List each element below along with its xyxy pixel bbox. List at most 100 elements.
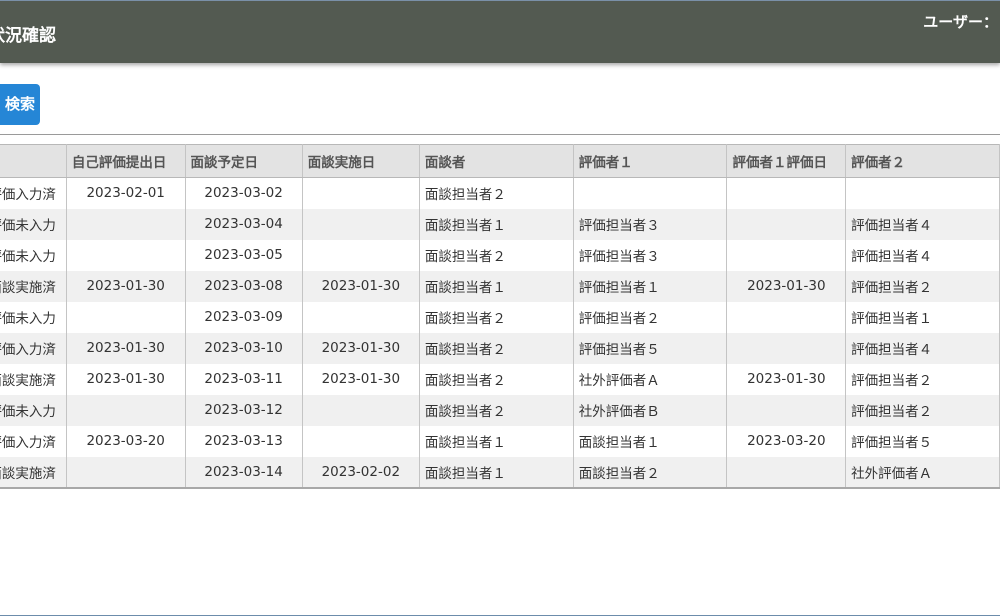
- cell-status: 自己評価未入力: [0, 208, 67, 240]
- cell-evaluator-1: 社外評価者Ｂ: [573, 394, 728, 426]
- cell-evaluator-1: 面談担当者２: [573, 456, 728, 489]
- cell-evaluator-1-date: 2023-01-30: [726, 363, 847, 395]
- table-row[interactable]: 自己評価未入力 2023-03-04 面談担当者１評価担当者３ 評価担当者４: [0, 208, 1000, 240]
- cell-evaluator-2: 評価担当者４: [845, 239, 1000, 271]
- cell-interview-scheduled: 2023-03-13: [185, 425, 303, 457]
- table-row[interactable]: 自己評価入力済2023-01-302023-03-102023-01-30面談担…: [0, 332, 1000, 364]
- cell-evaluator-1-date: [726, 456, 847, 489]
- cell-evaluator-1: 面談担当者１: [573, 425, 728, 457]
- column-header-self-eval-submitted[interactable]: 自己評価提出日: [66, 144, 186, 178]
- cell-evaluator-2: 評価担当者５: [845, 425, 1000, 457]
- cell-evaluator-1: 評価担当者３: [573, 208, 728, 240]
- cell-status: 自己評価入力済: [0, 425, 67, 457]
- table-row[interactable]: 自己評価未入力 2023-03-09 面談担当者２評価担当者２ 評価担当者１: [0, 301, 1000, 333]
- cell-evaluator-1: 評価担当者５: [573, 332, 728, 364]
- status-table-container: 状況自己評価提出日面談予定日面談実施日面談者評価者１評価者１評価日評価者２ 自己…: [0, 144, 1000, 489]
- cell-evaluator-1-date: [726, 332, 847, 364]
- page: 状況確認 ユーザー： 検索 状況自己評価提出日面談予定日面談実施日面談者評価者１…: [0, 0, 1000, 616]
- column-header-evaluator-1[interactable]: 評価者１: [573, 144, 728, 178]
- cell-interview-scheduled: 2023-03-12: [185, 394, 303, 426]
- cell-evaluator-1-date: 2023-03-20: [726, 425, 847, 457]
- cell-evaluator-1: 評価担当者１: [573, 270, 728, 302]
- table-body: 自己評価入力済2023-02-012023-03-02面談担当者２自己評価未入力…: [0, 177, 1000, 489]
- cell-evaluator-2: 社外評価者Ａ: [845, 456, 1000, 489]
- cell-status: 面談実施済: [0, 363, 67, 395]
- cell-self-eval-submitted: 2023-02-01: [66, 177, 186, 209]
- cell-evaluator-1: 社外評価者Ａ: [573, 363, 728, 395]
- cell-self-eval-submitted: 2023-03-20: [66, 425, 186, 457]
- table-row[interactable]: 自己評価未入力 2023-03-12 面談担当者２社外評価者Ｂ 評価担当者２: [0, 394, 1000, 426]
- cell-evaluator-1-date: [726, 394, 847, 426]
- table-row[interactable]: 自己評価入力済2023-02-012023-03-02 面談担当者２: [0, 177, 1000, 209]
- cell-interviewer: 面談担当者１: [419, 456, 574, 489]
- cell-interview-held: [302, 394, 420, 426]
- cell-evaluator-1: 評価担当者２: [573, 301, 728, 333]
- cell-status: 自己評価未入力: [0, 394, 67, 426]
- cell-evaluator-2: [845, 177, 1000, 209]
- cell-interviewer: 面談担当者２: [419, 394, 574, 426]
- cell-evaluator-1-date: 2023-01-30: [726, 270, 847, 302]
- cell-interview-scheduled: 2023-03-10: [185, 332, 303, 364]
- cell-interview-scheduled: 2023-03-14: [185, 456, 303, 489]
- column-header-evaluator-2[interactable]: 評価者２: [845, 144, 1000, 178]
- cell-evaluator-1: [573, 177, 728, 209]
- cell-interview-scheduled: 2023-03-05: [185, 239, 303, 271]
- cell-interview-held: 2023-01-30: [302, 363, 420, 395]
- cell-interviewer: 面談担当者２: [419, 332, 574, 364]
- cell-interview-scheduled: 2023-03-09: [185, 301, 303, 333]
- cell-interviewer: 面談担当者２: [419, 239, 574, 271]
- cell-interview-held: [302, 177, 420, 209]
- cell-interviewer: 面談担当者１: [419, 425, 574, 457]
- cell-status: 面談実施済: [0, 270, 67, 302]
- cell-self-eval-submitted: [66, 301, 186, 333]
- status-table: 状況自己評価提出日面談予定日面談実施日面談者評価者１評価者１評価日評価者２ 自己…: [0, 144, 1000, 489]
- cell-interview-held: [302, 301, 420, 333]
- cell-interview-scheduled: 2023-03-04: [185, 208, 303, 240]
- column-header-status[interactable]: 状況: [0, 144, 67, 178]
- column-header-interviewer[interactable]: 面談者: [419, 144, 574, 178]
- cell-self-eval-submitted: 2023-01-30: [66, 270, 186, 302]
- cell-interview-scheduled: 2023-03-11: [185, 363, 303, 395]
- table-row[interactable]: 自己評価未入力 2023-03-05 面談担当者２評価担当者３ 評価担当者４: [0, 239, 1000, 271]
- cell-interview-scheduled: 2023-03-08: [185, 270, 303, 302]
- cell-interviewer: 面談担当者２: [419, 363, 574, 395]
- cell-interviewer: 面談担当者２: [419, 301, 574, 333]
- cell-self-eval-submitted: 2023-01-30: [66, 363, 186, 395]
- cell-evaluator-2: 評価担当者１: [845, 301, 1000, 333]
- table-row[interactable]: 面談実施済2023-01-302023-03-082023-01-30面談担当者…: [0, 270, 1000, 302]
- column-header-interview-held[interactable]: 面談実施日: [302, 144, 420, 178]
- table-row[interactable]: 面談実施済2023-01-302023-03-112023-01-30面談担当者…: [0, 363, 1000, 395]
- table-row[interactable]: 面談実施済 2023-03-142023-02-02面談担当者１面談担当者２ 社外評…: [0, 456, 1000, 489]
- cell-status: 自己評価入力済: [0, 177, 67, 209]
- cell-status: 面談実施済: [0, 456, 67, 489]
- cell-status: 自己評価入力済: [0, 332, 67, 364]
- column-header-interview-scheduled[interactable]: 面談予定日: [185, 144, 303, 178]
- cell-interview-scheduled: 2023-03-02: [185, 177, 303, 209]
- cell-evaluator-1: 評価担当者３: [573, 239, 728, 271]
- cell-interviewer: 面談担当者１: [419, 270, 574, 302]
- cell-interview-held: [302, 425, 420, 457]
- column-header-evaluator-1-date[interactable]: 評価者１評価日: [726, 144, 847, 178]
- cell-interview-held: 2023-01-30: [302, 332, 420, 364]
- search-button[interactable]: 検索: [0, 84, 40, 125]
- app-header: 状況確認 ユーザー：: [0, 0, 1000, 63]
- page-title: 状況確認: [0, 26, 56, 46]
- cell-self-eval-submitted: 2023-01-30: [66, 332, 186, 364]
- cell-self-eval-submitted: [66, 239, 186, 271]
- cell-interview-held: [302, 208, 420, 240]
- table-header-row: 状況自己評価提出日面談予定日面談実施日面談者評価者１評価者１評価日評価者２: [0, 144, 1000, 178]
- user-label: ユーザー：: [923, 13, 998, 31]
- cell-status: 自己評価未入力: [0, 301, 67, 333]
- cell-interviewer: 面談担当者１: [419, 208, 574, 240]
- cell-evaluator-1-date: [726, 239, 847, 271]
- table-row[interactable]: 自己評価入力済2023-03-202023-03-13面談担当者１面談担当者１2…: [0, 425, 1000, 457]
- cell-evaluator-2: 評価担当者４: [845, 208, 1000, 240]
- cell-self-eval-submitted: [66, 394, 186, 426]
- cell-evaluator-1-date: [726, 177, 847, 209]
- cell-evaluator-2: 評価担当者２: [845, 363, 1000, 395]
- cell-interview-held: 2023-02-02: [302, 456, 420, 489]
- cell-evaluator-1-date: [726, 208, 847, 240]
- cell-evaluator-2: 評価担当者４: [845, 332, 1000, 364]
- cell-self-eval-submitted: [66, 456, 186, 489]
- cell-status: 自己評価未入力: [0, 239, 67, 271]
